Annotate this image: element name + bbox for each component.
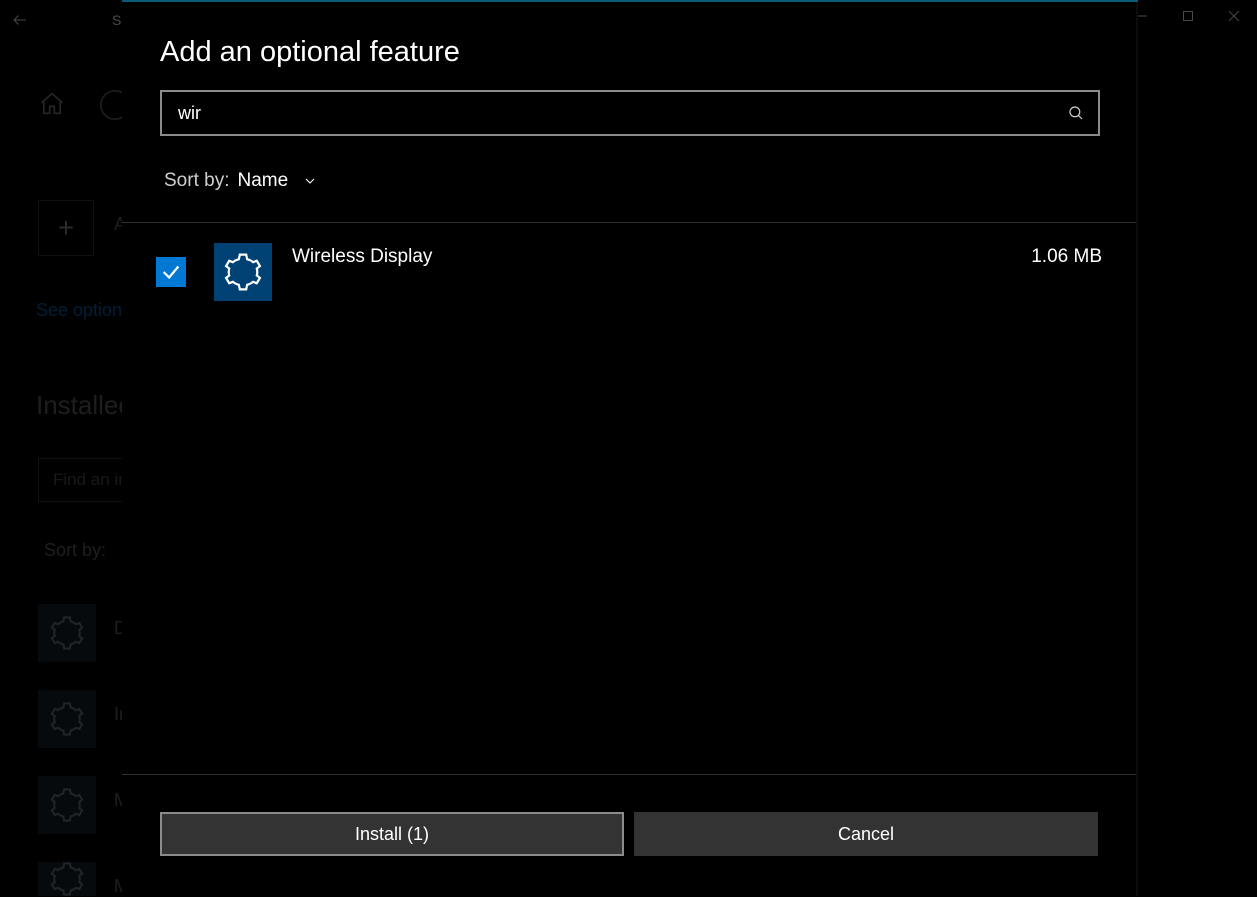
divider (122, 222, 1138, 223)
search-icon[interactable] (1054, 91, 1098, 135)
sort-value: Name (237, 170, 288, 192)
feature-name: Wireless Display (292, 246, 432, 268)
add-feature-dialog: Add an optional feature Sort by: Name Wi… (122, 0, 1138, 896)
feature-search-box[interactable] (160, 90, 1100, 136)
dialog-edge (1136, 2, 1138, 896)
chevron-down-icon (302, 173, 318, 189)
divider (122, 774, 1138, 775)
feature-checkbox[interactable] (156, 257, 186, 287)
puzzle-icon (214, 243, 272, 301)
feature-row[interactable]: Wireless Display 1.06 MB (156, 240, 1102, 304)
dialog-title: Add an optional feature (160, 36, 460, 69)
install-button[interactable]: Install (1) (160, 812, 624, 856)
feature-size: 1.06 MB (1031, 246, 1102, 268)
feature-search-input[interactable] (162, 92, 1054, 134)
sort-label: Sort by: (164, 170, 229, 192)
sort-by-dropdown[interactable]: Sort by: Name (164, 170, 318, 192)
cancel-button[interactable]: Cancel (634, 812, 1098, 856)
